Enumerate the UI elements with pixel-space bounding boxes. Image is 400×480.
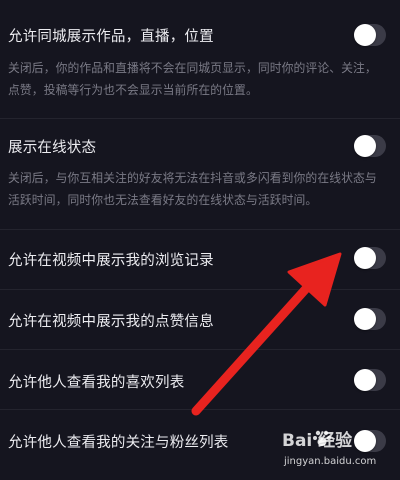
same-city-toggle[interactable]: [354, 24, 386, 46]
toggle-knob: [354, 247, 376, 269]
setting-row-browse-history: 允许在视频中展示我的浏览记录: [0, 230, 400, 289]
setting-title-like-info: 允许在视频中展示我的点赞信息: [8, 314, 214, 330]
online-status-toggle[interactable]: [354, 135, 386, 157]
setting-row-online-status: 展示在线状态 关闭后，与你互相关注的好友将无法在抖音或多闪看到你的在线状态与活跃…: [0, 119, 400, 229]
privacy-settings-page: 允许同城展示作品，直播，位置 关闭后，你的作品和直播将不会在同城页显示，同时你的…: [0, 0, 400, 480]
setting-desc-same-city: 关闭后，你的作品和直播将不会在同城页显示，同时你的评论、关注，点赞，投稿等行为也…: [8, 61, 377, 97]
setting-desc-online-status: 关闭后，与你互相关注的好友将无法在抖音或多闪看到你的在线状态与活跃时间，同时你也…: [8, 171, 377, 207]
like-info-toggle[interactable]: [354, 308, 386, 330]
setting-title-online-status: 展示在线状态: [8, 140, 97, 156]
toggle-knob: [354, 24, 376, 46]
setting-row-like-info: 允许在视频中展示我的点赞信息: [0, 290, 400, 349]
watermark-url: jingyan.baidu.com: [284, 456, 377, 467]
setting-title-likes-list: 允许他人查看我的喜欢列表: [8, 375, 185, 391]
setting-row-same-city: 允许同城展示作品，直播，位置 关闭后，你的作品和直播将不会在同城页显示，同时你的…: [0, 0, 400, 118]
setting-title-browse-history: 允许在视频中展示我的浏览记录: [8, 253, 214, 269]
setting-title-follow-fans-list: 允许他人查看我的关注与粉丝列表: [8, 435, 229, 451]
setting-row-likes-list: 允许他人查看我的喜欢列表: [0, 350, 400, 409]
likes-list-toggle[interactable]: [354, 369, 386, 391]
toggle-knob: [354, 369, 376, 391]
toggle-knob: [354, 135, 376, 157]
baidu-jingyan-watermark: Bai 经验 jingyan.baidu.com: [282, 424, 394, 474]
baidu-paw-icon: [313, 430, 331, 446]
toggle-knob: [354, 308, 376, 330]
browse-history-toggle[interactable]: [354, 247, 386, 269]
setting-title-same-city: 允许同城展示作品，直播，位置: [8, 29, 214, 45]
